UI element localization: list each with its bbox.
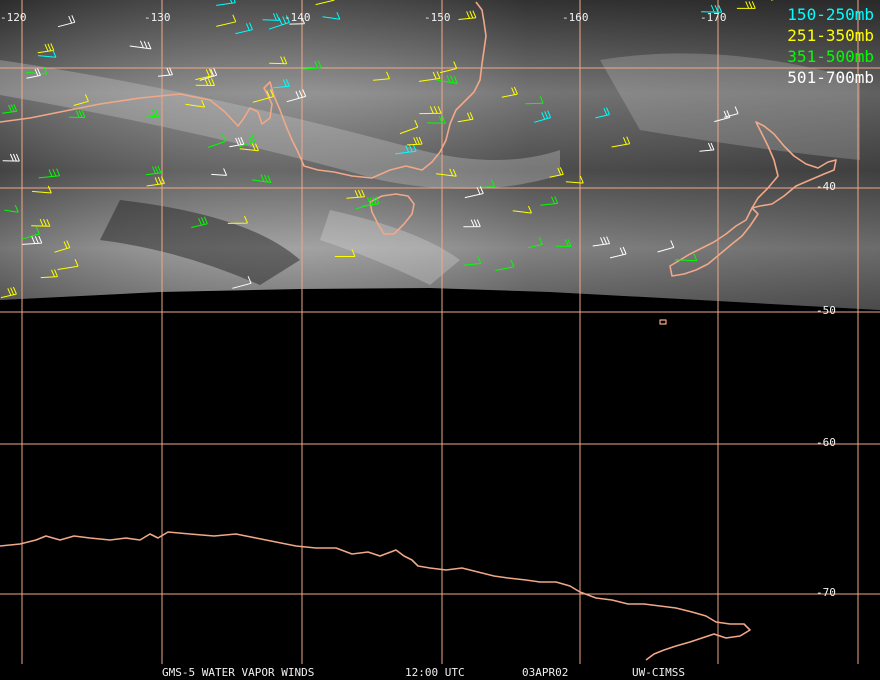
water-vapor-map <box>0 0 880 664</box>
lat-label-70: -70 <box>816 586 836 599</box>
legend-entry-150-250: 150-250mb <box>787 5 874 24</box>
lon-label-170: -170 <box>700 11 727 24</box>
lon-label-130: -130 <box>144 11 171 24</box>
legend-entry-251-350: 251-350mb <box>787 26 874 45</box>
lat-label-50: -50 <box>816 304 836 317</box>
legend-entry-351-500: 351-500mb <box>787 47 874 66</box>
lon-label-160: -160 <box>562 11 589 24</box>
lon-label-140: -140 <box>284 11 311 24</box>
lon-label-120: -120 <box>0 11 27 24</box>
footer-product: GMS-5 WATER VAPOR WINDS <box>162 666 315 679</box>
antarctica-coast <box>0 531 751 661</box>
lon-label-150: -150 <box>424 11 451 24</box>
footer-source: UW-CIMSS <box>632 666 685 679</box>
legend-entry-501-700: 501-700mb <box>787 68 874 87</box>
footer-time: 12:00 UTC <box>405 666 465 679</box>
lat-label-40: -40 <box>816 180 836 193</box>
pressure-legend: 150-250mb 251-350mb 351-500mb 501-700mb <box>787 4 874 88</box>
lat-label-60: -60 <box>816 436 836 449</box>
footer-bar: GMS-5 WATER VAPOR WINDS 12:00 UTC 03APR0… <box>0 664 880 680</box>
footer-date: 03APR02 <box>522 666 569 679</box>
